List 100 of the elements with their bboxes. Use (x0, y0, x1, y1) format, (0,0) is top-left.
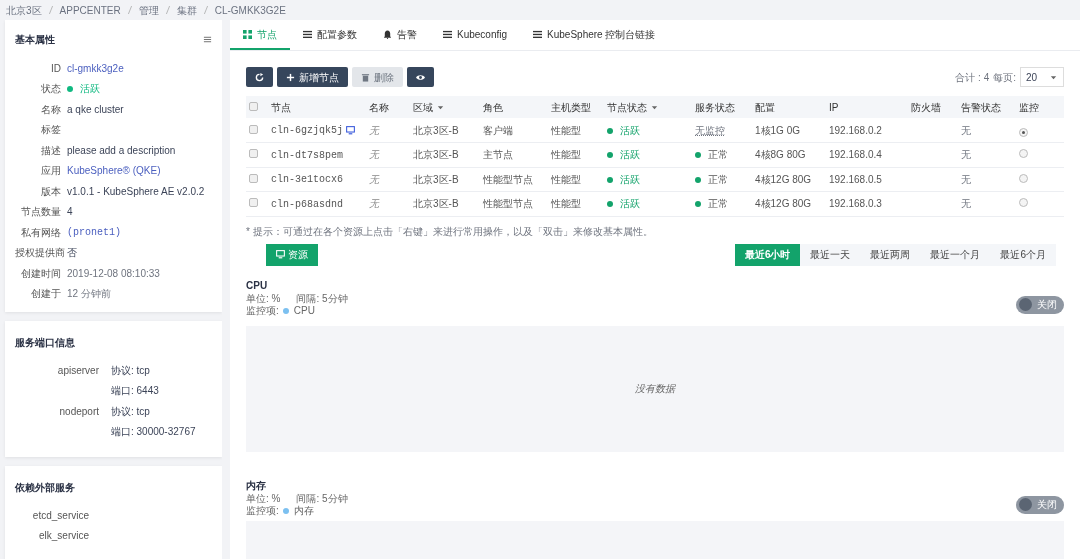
property-label: 状态 (40, 82, 62, 97)
table-cell: 无 (369, 149, 379, 161)
tab[interactable]: KubeSphere 控制台链接 (520, 20, 669, 50)
legend-label: 内存 (293, 504, 314, 517)
breadcrumb-item[interactable]: 管理 (138, 2, 159, 18)
interval-label: 间隔: 5分钟 (296, 492, 348, 505)
tab[interactable]: 节点 (230, 20, 290, 50)
eye-icon (416, 72, 425, 82)
select-all-checkbox[interactable] (249, 101, 258, 111)
property-label: 版本 (40, 184, 62, 199)
property-value: please add a description (67, 143, 176, 158)
separator-icon (125, 6, 134, 14)
node-id[interactable]: cln-dt7s8pem (271, 149, 343, 161)
card-title: 基本属性 (15, 32, 55, 47)
table-cell: 性能型 (551, 149, 581, 161)
unit-label: 单位: % (246, 492, 281, 505)
card-title: 依赖外部服务 (15, 481, 76, 495)
column-header: 服务状态 (695, 101, 735, 113)
column-header: IP (829, 101, 839, 113)
page-size-select[interactable]: 20 (1020, 67, 1064, 87)
property-link[interactable]: (pronet1) (67, 224, 121, 240)
refresh-button[interactable] (246, 67, 273, 87)
property-label: ID (50, 61, 62, 76)
table-cell: 无 (369, 124, 379, 136)
table-cell: 192.168.0.4 (829, 149, 882, 161)
monitor-radio[interactable] (1019, 173, 1028, 183)
table-cell: 4核8G 80G (755, 149, 806, 161)
table-cell: 4核12G 80G (755, 198, 812, 210)
breadcrumb-item[interactable]: 北京3区 (6, 2, 42, 18)
monitor-radio[interactable] (1019, 198, 1028, 208)
table-cell: 北京3区-B (413, 198, 459, 210)
port-detail: 端口: 6443 (111, 384, 159, 399)
property-link[interactable]: KubeSphere® (QKE) (67, 163, 161, 179)
node-id[interactable]: cln-3e1tocx6 (271, 174, 343, 186)
table-cell: 192.168.0.2 (829, 124, 882, 136)
status-dot (607, 127, 613, 134)
status-text: 无监控 (695, 124, 725, 136)
tab[interactable]: 配置参数 (290, 20, 370, 50)
total-count: 合计 : 4 (955, 70, 990, 85)
property-value: 2019-12-08 08:10:33 (67, 266, 160, 281)
metric-title: CPU (246, 278, 269, 293)
monitor-icon (276, 250, 285, 259)
monitor-radio[interactable] (1019, 127, 1028, 137)
time-range-tab[interactable]: 最近两周 (860, 243, 921, 266)
interval-label: 间隔: 5分钟 (296, 292, 348, 305)
table-cell: 性能型节点 (483, 173, 533, 185)
property-label: 授权提供商 (15, 246, 66, 261)
menu-icon (203, 34, 212, 44)
port-detail: 协议: tcp (111, 404, 150, 419)
row-checkbox[interactable] (249, 124, 258, 134)
port-detail: 协议: tcp (111, 363, 150, 378)
time-range-tab[interactable]: 最近6个月 (990, 243, 1056, 266)
unit-label: 单位: % (246, 292, 281, 305)
tab[interactable]: 告警 (370, 20, 430, 50)
table-cell: 主节点 (483, 149, 513, 161)
property-value: v1.0.1 - KubeSphere AE v2.0.2 (67, 184, 205, 199)
column-header: 主机类型 (551, 101, 591, 113)
node-id[interactable]: cln-p68asdnd (271, 198, 343, 210)
table-cell: 性能型 (551, 124, 581, 136)
legend-label: CPU (293, 304, 315, 317)
column-header: 角色 (483, 101, 503, 113)
plus-icon (286, 72, 295, 82)
row-checkbox[interactable] (249, 149, 258, 159)
list-icon (443, 29, 452, 39)
tab[interactable]: Kubeconfig (430, 20, 521, 50)
row-checkbox[interactable] (249, 173, 258, 183)
property-link[interactable]: cl-gmkk3g2e (67, 60, 124, 76)
status-dot (607, 201, 613, 208)
monitor-icon[interactable] (345, 125, 355, 135)
legend-dot (282, 307, 289, 314)
status-text: 活跃 (80, 82, 100, 97)
port-name: nodeport (59, 405, 99, 417)
legend-dot (282, 507, 289, 514)
column-header: 防火墙 (911, 101, 941, 113)
status-text: 活跃 (620, 198, 640, 210)
table-cell: 192.168.0.5 (829, 173, 882, 185)
hint-text: * 提示：可通过在各个资源上点击「右键」来进行常用操作，以及「双击」来修改基本属性。 (246, 224, 654, 239)
breadcrumb-item[interactable]: APPCENTER (59, 2, 121, 18)
view-button[interactable] (407, 67, 434, 87)
row-checkbox[interactable] (249, 198, 258, 208)
time-range-tab[interactable]: 最近一天 (800, 243, 861, 266)
property-label: 名称 (40, 102, 62, 117)
table-cell: 无 (961, 124, 971, 136)
separator-icon (201, 6, 210, 14)
service-name: etcd_service (32, 509, 89, 521)
list-icon (533, 29, 543, 39)
time-range-tab[interactable]: 最近一个月 (920, 243, 991, 266)
breadcrumb-item[interactable]: 集群 (176, 2, 197, 18)
add-node-button[interactable]: 新增节点 (277, 67, 348, 87)
column-header: 节点 (271, 101, 291, 113)
node-id[interactable]: cln-6gzjqk5j (271, 125, 343, 136)
status-text: 活跃 (620, 173, 640, 185)
table-cell: 无 (369, 198, 379, 210)
property-label: 描述 (40, 143, 62, 158)
status-text: 活跃 (620, 124, 640, 136)
monitor-radio[interactable] (1019, 149, 1028, 159)
bell-icon (383, 29, 392, 39)
table-cell: 性能型 (551, 173, 581, 185)
table-cell: 无 (961, 198, 971, 210)
property-label: 创建于 (30, 287, 62, 302)
